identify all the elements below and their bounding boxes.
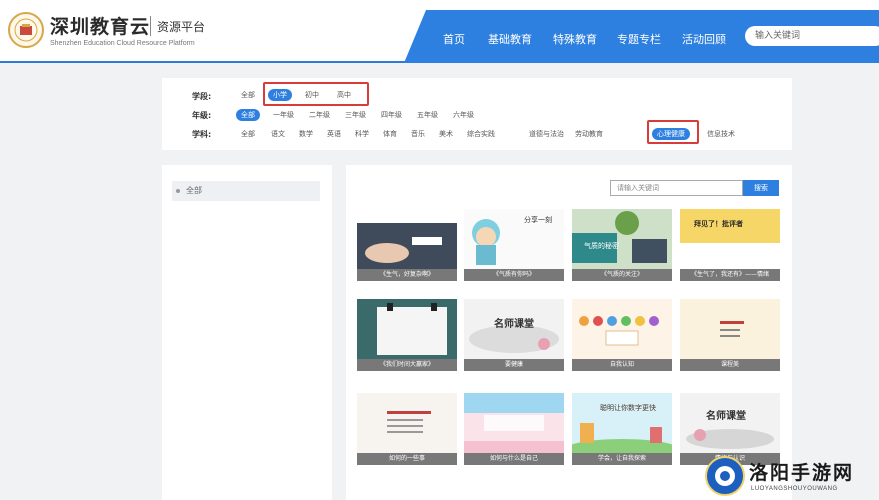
resource-card[interactable]: 拜见了！批评者 《生气了，我还有》——情绪 [680,209,780,281]
card-thumb-text: 名师课堂 [706,411,746,422]
card-thumbnail [464,393,564,453]
subject-option-ethics[interactable]: 道德与法治 [524,128,569,140]
resource-card[interactable]: 《我们时间大赢家》 [357,299,457,371]
subject-highlight-box [647,120,699,144]
card-thumb-text: 名师课堂 [494,319,534,330]
card-thumbnail [572,393,672,453]
subject-option-all[interactable]: 全部 [236,128,260,140]
search-button[interactable]: 搜索 [743,180,779,196]
subject-option-arts[interactable]: 综合实践 [462,128,500,140]
category-sidebar: 全部 [162,165,332,500]
subject-option-music[interactable]: 音乐 [406,128,430,140]
grade-option-5[interactable]: 五年级 [412,109,443,121]
header-search-input[interactable]: 输入关键词 [745,26,879,46]
card-thumb-text: 聪明让你数字更快 [600,404,656,412]
subject-option-chinese[interactable]: 语文 [266,128,290,140]
card-title: 如何与什么是自己 [464,453,564,465]
nav-home[interactable]: 首页 [443,31,465,47]
resource-list: 请输入关键词 搜索 《生气，好复杂啊》 分享一刻 《气质有你吗》 气质的秘密 《… [346,165,792,500]
subject-option-science[interactable]: 科学 [350,128,374,140]
stage-label: 学段: [192,92,212,101]
top-header: 深圳教育云 资源平台 Shenzhen Education Cloud Reso… [0,0,879,63]
nav-basic-education[interactable]: 基础教育 [488,31,532,47]
card-thumbnail [357,209,457,269]
resource-card[interactable]: 如何与什么是自己 [464,393,564,465]
card-title: 自我认知 [572,359,672,371]
card-thumbnail [357,393,457,453]
subject-option-labor[interactable]: 劳动教育 [570,128,608,140]
sidebar-item-label: 全部 [186,186,202,195]
sidebar-item-all[interactable]: 全部 [172,181,320,201]
subject-option-math[interactable]: 数学 [294,128,318,140]
resource-card[interactable]: 分享一刻 《气质有你吗》 [464,209,564,281]
nav-special-education[interactable]: 特殊教育 [553,31,597,47]
brand-english: Shenzhen Education Cloud Resource Platfo… [50,40,195,47]
card-title: 《生气，好复杂啊》 [357,269,457,281]
resource-card[interactable]: 聪明让你数字更快 学会，让自我探索 [572,393,672,465]
card-title: 《生气了，我还有》——情绪 [680,269,780,281]
card-thumb-text: 拜见了！批评者 [694,220,743,228]
nav-activities[interactable]: 活动回顾 [682,31,726,47]
card-thumb-text: 分享一刻 [524,216,552,224]
resource-card[interactable]: 名师课堂 要健康 [464,299,564,371]
subject-option-pe[interactable]: 体育 [378,128,402,140]
resource-card[interactable]: 课程美 [680,299,780,371]
subject-option-it[interactable]: 信息技术 [702,128,740,140]
card-title: 《我们时间大赢家》 [357,359,457,371]
resource-card[interactable]: 自我认知 [572,299,672,371]
subject-label: 学科: [192,130,212,139]
resource-card[interactable]: 如何的一些事 [357,393,457,465]
grade-label: 年级: [192,111,212,120]
nav-topics[interactable]: 专题专栏 [617,31,661,47]
watermark-english: LUOYANGSHOUYOUWANG [751,486,838,492]
card-title: 要健康 [464,359,564,371]
resource-card[interactable]: 名师课堂 情绪与认识 [680,393,780,465]
resource-search-input[interactable]: 请输入关键词 [610,180,743,196]
brand-divider [150,16,151,36]
grade-option-1[interactable]: 一年级 [268,109,299,121]
watermark-text: 洛阳手游网 [749,462,855,484]
card-thumbnail [680,209,780,269]
grade-option-2[interactable]: 二年级 [304,109,335,121]
grade-option-3[interactable]: 三年级 [340,109,371,121]
card-title: 《气质有你吗》 [464,269,564,281]
stage-highlight-box [263,82,369,106]
stage-option-all[interactable]: 全部 [236,89,260,101]
logo-seal-icon[interactable] [8,12,44,48]
watermark-logo-icon [705,456,745,496]
brand-subtitle: 资源平台 [157,20,206,34]
card-thumbnail [572,209,672,269]
watermark: 洛阳手游网 LUOYANGSHOUYOUWANG [705,456,879,500]
resource-card[interactable]: 《生气，好复杂啊》 [357,209,457,281]
brand-title: 深圳教育云 [50,16,151,38]
grade-option-all[interactable]: 全部 [236,109,260,121]
card-title: 学会，让自我探索 [572,453,672,465]
card-thumb-text: 气质的秘密 [584,242,619,250]
grade-option-4[interactable]: 四年级 [376,109,407,121]
card-title: 《气质的关注》 [572,269,672,281]
card-thumbnail [680,393,780,453]
bullet-icon [176,189,180,193]
card-title: 课程美 [680,359,780,371]
card-thumbnail [357,299,457,359]
card-title: 如何的一些事 [357,453,457,465]
subject-option-art[interactable]: 美术 [434,128,458,140]
card-thumbnail [572,299,672,359]
resource-card[interactable]: 气质的秘密 《气质的关注》 [572,209,672,281]
subject-option-english[interactable]: 英语 [322,128,346,140]
filter-panel: 学段: 全部 小学 初中 高中 年级: 全部 一年级 二年级 三年级 四年级 五… [162,78,792,150]
card-thumbnail [680,299,780,359]
grade-option-6[interactable]: 六年级 [448,109,479,121]
